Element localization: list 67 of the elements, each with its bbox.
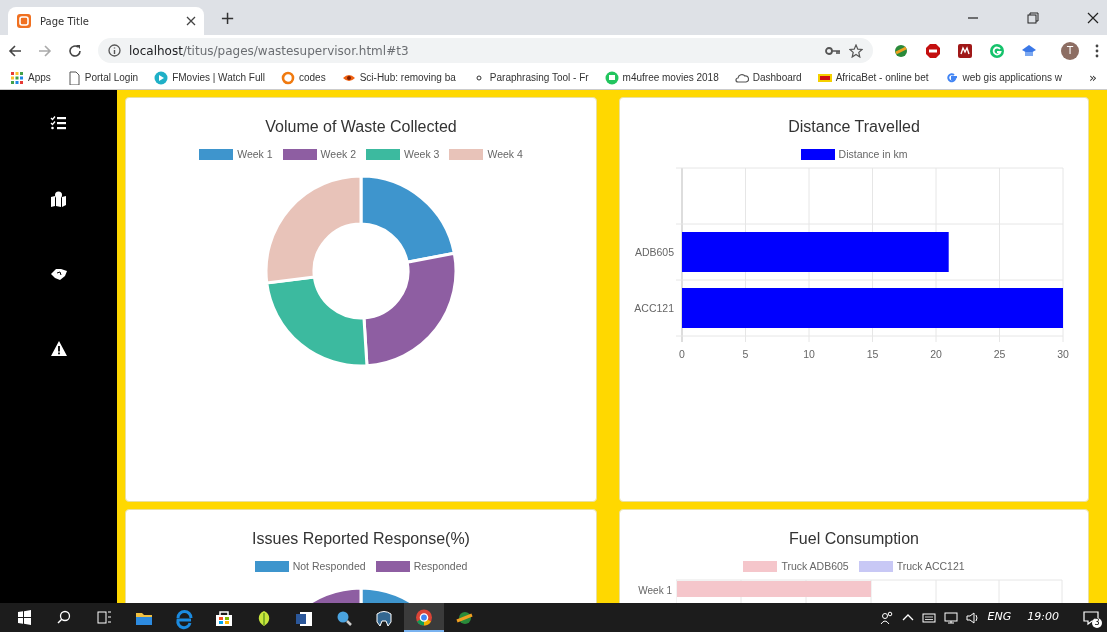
volume-icon[interactable]	[965, 611, 980, 624]
axis-label: 10	[803, 347, 815, 360]
bookmark-link[interactable]: Paraphrasing Tool - Fr	[489, 70, 589, 85]
bookmark-link[interactable]: web gis applications w	[962, 70, 1062, 85]
legend-label: Week 3	[404, 147, 440, 162]
legend-label: Week 1	[237, 147, 273, 162]
axis-label: ADB605	[634, 245, 674, 258]
notification-count: 3	[1092, 617, 1102, 628]
bookmark-link[interactable]: Sci-Hub: removing ba	[359, 70, 456, 85]
map-pin-icon[interactable]	[49, 190, 68, 208]
legend-label: Week 2	[320, 147, 356, 162]
bookmark-link[interactable]: Dashboard	[752, 70, 802, 85]
info-icon	[108, 44, 121, 57]
axis-label: 5	[742, 347, 749, 360]
chart-title: Fuel Consumption	[788, 529, 920, 549]
restore-icon[interactable]	[1027, 12, 1039, 24]
legend-label: Truck ADB605	[781, 559, 849, 574]
legend-label: Responded	[413, 559, 468, 574]
play-icon	[154, 70, 169, 85]
axis-label: Week 1	[637, 583, 673, 598]
tab-title: Page Title	[40, 14, 90, 29]
g-icon	[944, 70, 959, 85]
new-tab-button[interactable]: +	[220, 4, 236, 31]
extension-icon[interactable]	[957, 42, 973, 59]
bookmark-link[interactable]: Portal Login	[84, 70, 139, 85]
profile-avatar[interactable]: T	[1061, 41, 1079, 60]
browser-tab[interactable]: Page Title	[8, 7, 204, 35]
axis-label: 0	[679, 347, 685, 360]
page-icon	[66, 70, 81, 85]
keyboard-icon[interactable]	[921, 611, 936, 624]
bookmark-link[interactable]: FMovies | Watch Full	[172, 70, 265, 85]
network-icon[interactable]	[943, 611, 958, 624]
axis-label: ACC121	[634, 301, 674, 314]
notification-icon[interactable]	[1083, 609, 1099, 626]
axis-label: 15	[866, 347, 879, 360]
stop-sign-icon[interactable]	[925, 42, 941, 59]
taskbar-app-button[interactable]	[404, 603, 444, 632]
bookmark-link[interactable]: Apps	[28, 70, 51, 85]
people-icon[interactable]	[879, 610, 894, 625]
chart-title: Distance Travelled	[787, 117, 921, 137]
axis-label: 30	[1057, 347, 1069, 360]
legend-label: Not Responded	[292, 559, 366, 574]
bookmark-link[interactable]: m4ufree movies 2018	[622, 70, 719, 85]
legend-label: Truck ACC121	[896, 559, 965, 574]
chat-icon	[604, 70, 619, 85]
chart-title: Issues Reported Response(%)	[251, 529, 471, 549]
bookmark-link[interactable]: codes	[299, 70, 326, 85]
star-icon[interactable]	[849, 43, 863, 58]
more-bookmarks-button[interactable]: »	[1089, 67, 1097, 88]
axis-label: 20	[930, 347, 942, 360]
reload-icon[interactable]	[68, 43, 82, 58]
clock-text[interactable]: 19:00	[1027, 609, 1059, 626]
chart-title: Volume of Waste Collected	[264, 117, 458, 137]
close-icon[interactable]	[1087, 12, 1099, 24]
bookmark-link[interactable]: AfricaBet - online bet	[835, 70, 929, 85]
back-icon[interactable]	[8, 43, 22, 58]
globe-icon[interactable]	[893, 42, 909, 59]
legend-label: Week 4	[487, 147, 523, 162]
menu-icon[interactable]	[1095, 43, 1099, 58]
legend-label: Distance in km	[838, 147, 908, 162]
language-indicator[interactable]: ENG	[987, 609, 1012, 626]
key-icon[interactable]	[825, 45, 841, 56]
axis-label: 25	[993, 347, 1006, 360]
close-icon[interactable]	[186, 16, 196, 26]
site-icon	[16, 13, 32, 29]
warning-icon[interactable]	[49, 340, 68, 358]
apps-grid-icon	[10, 70, 24, 85]
